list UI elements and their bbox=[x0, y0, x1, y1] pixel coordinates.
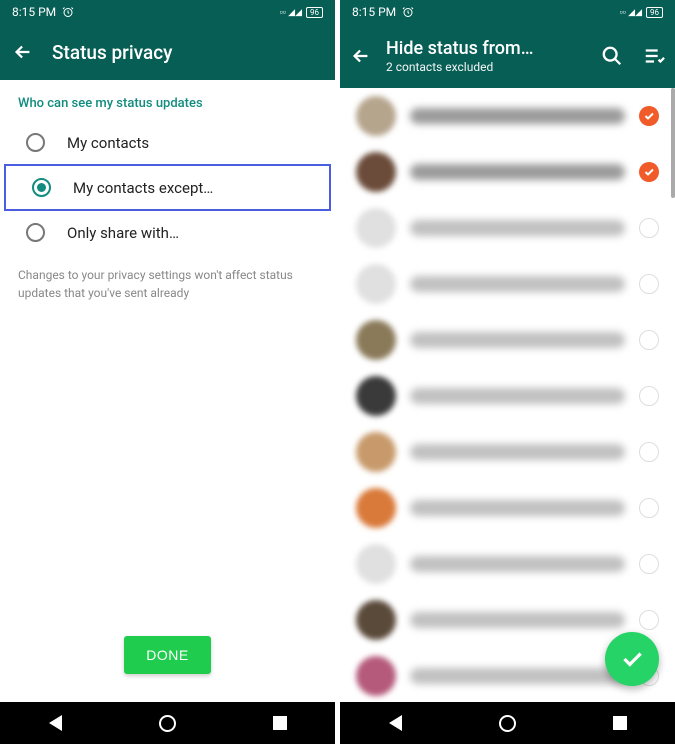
statusbar: 8:15 PM ▫▫ ◢◢ 96 bbox=[0, 0, 335, 24]
contact-row[interactable] bbox=[340, 312, 675, 368]
radio-icon bbox=[26, 223, 45, 242]
contact-name bbox=[410, 612, 625, 628]
contact-name bbox=[410, 332, 625, 348]
avatar bbox=[356, 432, 396, 472]
avatar bbox=[356, 320, 396, 360]
contact-name bbox=[410, 220, 625, 236]
unchecked-icon[interactable] bbox=[639, 498, 659, 518]
search-icon[interactable] bbox=[601, 45, 623, 67]
hint-text: Changes to your privacy settings won't a… bbox=[0, 254, 335, 314]
select-all-icon[interactable] bbox=[643, 45, 665, 67]
contact-name bbox=[410, 276, 625, 292]
page-title: Status privacy bbox=[52, 41, 172, 64]
nav-back-icon[interactable] bbox=[389, 715, 402, 731]
contact-name bbox=[410, 500, 625, 516]
unchecked-icon[interactable] bbox=[639, 442, 659, 462]
page-title: Hide status from… bbox=[386, 38, 587, 60]
nav-recent-icon[interactable] bbox=[273, 716, 287, 730]
nav-recent-icon[interactable] bbox=[613, 716, 627, 730]
unchecked-icon[interactable] bbox=[639, 218, 659, 238]
section-title: Who can see my status updates bbox=[0, 80, 335, 121]
avatar bbox=[356, 600, 396, 640]
checked-icon[interactable] bbox=[639, 162, 659, 182]
radio-icon bbox=[26, 133, 45, 152]
unchecked-icon[interactable] bbox=[639, 274, 659, 294]
contact-row[interactable] bbox=[340, 536, 675, 592]
unchecked-icon[interactable] bbox=[639, 330, 659, 350]
avatar bbox=[356, 376, 396, 416]
radio-option[interactable]: My contacts bbox=[0, 121, 335, 164]
alarm-icon bbox=[62, 6, 74, 18]
done-button[interactable]: DONE bbox=[124, 636, 210, 674]
contact-name bbox=[410, 668, 625, 684]
contact-name bbox=[410, 388, 625, 404]
scrollbar[interactable] bbox=[671, 88, 675, 198]
radio-label: Only share with… bbox=[67, 224, 179, 242]
statusbar-time: 8:15 PM bbox=[12, 5, 56, 19]
back-icon[interactable] bbox=[350, 45, 372, 67]
contact-row[interactable] bbox=[340, 368, 675, 424]
radio-option[interactable]: Only share with… bbox=[0, 211, 335, 254]
contact-row[interactable] bbox=[340, 144, 675, 200]
unchecked-icon[interactable] bbox=[639, 610, 659, 630]
page-subtitle: 2 contacts excluded bbox=[386, 60, 587, 74]
contact-name bbox=[410, 556, 625, 572]
avatar bbox=[356, 488, 396, 528]
nav-home-icon[interactable] bbox=[499, 715, 516, 732]
avatar bbox=[356, 264, 396, 304]
radio-icon bbox=[32, 178, 51, 197]
contact-name bbox=[410, 444, 625, 460]
contact-row[interactable] bbox=[340, 480, 675, 536]
screen-hide-status: 8:15 PM ▫▫ ◢◢ 96 Hide status from… 2 con… bbox=[340, 0, 675, 744]
contact-row[interactable] bbox=[340, 88, 675, 144]
confirm-fab[interactable] bbox=[605, 632, 659, 686]
header: Hide status from… 2 contacts excluded bbox=[340, 24, 675, 88]
android-navbar bbox=[340, 702, 675, 744]
nav-back-icon[interactable] bbox=[49, 715, 62, 731]
header: Status privacy bbox=[0, 24, 335, 80]
contact-name bbox=[410, 108, 625, 124]
contact-name bbox=[410, 164, 625, 180]
nav-home-icon[interactable] bbox=[159, 715, 176, 732]
back-icon[interactable] bbox=[12, 41, 34, 63]
checked-icon[interactable] bbox=[639, 106, 659, 126]
unchecked-icon[interactable] bbox=[639, 554, 659, 574]
unchecked-icon[interactable] bbox=[639, 386, 659, 406]
statusbar: 8:15 PM ▫▫ ◢◢ 96 bbox=[340, 0, 675, 24]
contact-row[interactable] bbox=[340, 256, 675, 312]
battery-icon: 96 bbox=[306, 7, 323, 18]
radio-label: My contacts except… bbox=[73, 179, 213, 197]
avatar bbox=[356, 544, 396, 584]
contact-list bbox=[340, 88, 675, 702]
signal-icon: ▫▫ ◢◢ bbox=[280, 7, 302, 18]
contact-row[interactable] bbox=[340, 424, 675, 480]
screen-status-privacy: 8:15 PM ▫▫ ◢◢ 96 Status privacy Who can … bbox=[0, 0, 335, 744]
statusbar-time: 8:15 PM bbox=[352, 5, 396, 19]
avatar bbox=[356, 656, 396, 696]
android-navbar bbox=[0, 702, 335, 744]
avatar bbox=[356, 208, 396, 248]
avatar bbox=[356, 96, 396, 136]
radio-option[interactable]: My contacts except… bbox=[4, 164, 331, 211]
contact-row[interactable] bbox=[340, 200, 675, 256]
radio-group: My contacts My contacts except… Only share… bbox=[0, 121, 335, 254]
radio-label: My contacts bbox=[67, 134, 149, 152]
battery-icon: 96 bbox=[646, 7, 663, 18]
alarm-icon bbox=[402, 6, 414, 18]
avatar bbox=[356, 152, 396, 192]
signal-icon: ▫▫ ◢◢ bbox=[620, 7, 642, 18]
